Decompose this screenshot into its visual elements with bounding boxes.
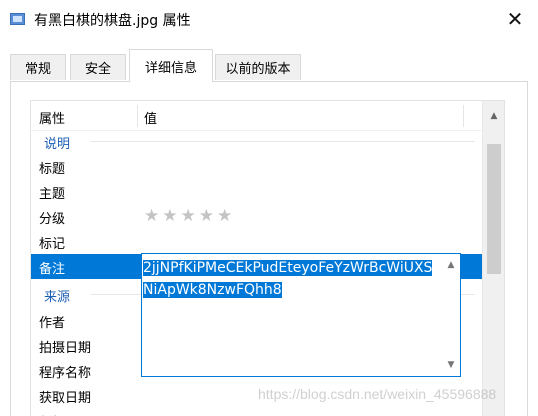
property-label: 程序名称	[39, 366, 92, 381]
star-icon[interactable]: ★	[199, 206, 214, 226]
group-description[interactable]: 说明	[31, 129, 483, 154]
star-icon[interactable]: ★	[181, 206, 196, 226]
watermark: https://blog.csdn.net/weixin_45596888	[258, 386, 497, 402]
scroll-up-arrow-icon[interactable]: ▲	[483, 101, 504, 131]
property-label: 标记	[39, 237, 66, 252]
row-rating[interactable]: 分级 ★ ★ ★ ★ ★	[31, 204, 483, 229]
property-label: 作者	[39, 316, 66, 331]
column-separator[interactable]	[137, 105, 138, 127]
tab-bar: 常规 安全 详细信息 以前的版本	[0, 40, 538, 82]
column-separator[interactable]	[463, 105, 464, 127]
close-button[interactable]: ✕	[492, 0, 538, 38]
comments-value: 2jjNPfKiPMeCEkPudEteyoFeYzWrBcWiUXSNiApW…	[143, 260, 433, 298]
chevron-down-icon[interactable]: ▼	[442, 356, 460, 374]
rating-stars[interactable]: ★ ★ ★ ★ ★	[144, 206, 232, 226]
group-label: 来源	[44, 290, 71, 305]
property-column-header[interactable]: 属性	[39, 108, 65, 127]
tab-details[interactable]: 详细信息	[129, 49, 213, 82]
group-label: 说明	[44, 137, 71, 152]
row-tags[interactable]: 标记	[31, 229, 483, 254]
star-icon[interactable]: ★	[144, 206, 159, 226]
property-label: 拍摄日期	[39, 341, 92, 356]
property-label: 备注	[39, 262, 66, 277]
list-header: 属性 值	[31, 101, 504, 131]
property-label: 获取日期	[39, 391, 92, 406]
list-scrollbar[interactable]: ▲	[482, 101, 504, 416]
image-file-icon	[10, 13, 25, 25]
property-label: 主题	[39, 187, 66, 202]
row-subject[interactable]: 主题	[31, 179, 483, 204]
property-label: 版权	[39, 412, 65, 416]
group-divider	[91, 141, 475, 142]
scrollbar-thumb[interactable]	[487, 144, 501, 274]
row-title[interactable]: 标题	[31, 154, 483, 179]
value-column-header[interactable]: 值	[144, 108, 157, 127]
comments-text[interactable]: 2jjNPfKiPMeCEkPudEteyoFeYzWrBcWiUXSNiApW…	[143, 257, 433, 301]
star-icon[interactable]: ★	[217, 206, 232, 226]
comments-edit-box[interactable]: 2jjNPfKiPMeCEkPudEteyoFeYzWrBcWiUXSNiApW…	[141, 253, 461, 377]
property-label: 标题	[39, 162, 66, 177]
tab-general[interactable]: 常规	[10, 54, 66, 80]
edit-scrollbar[interactable]: ▲ ▼	[442, 254, 460, 376]
property-label: 分级	[39, 212, 66, 227]
title-bar: 有黑白棋的棋盘.jpg 属性 ✕	[0, 0, 538, 40]
chevron-up-icon[interactable]: ▲	[442, 256, 460, 274]
window-title: 有黑白棋的棋盘.jpg 属性	[34, 13, 191, 29]
star-icon[interactable]: ★	[162, 206, 177, 226]
row-copyright[interactable]: 版权	[31, 408, 483, 416]
tab-previous-versions[interactable]: 以前的版本	[215, 54, 301, 80]
tab-security[interactable]: 安全	[70, 54, 126, 80]
